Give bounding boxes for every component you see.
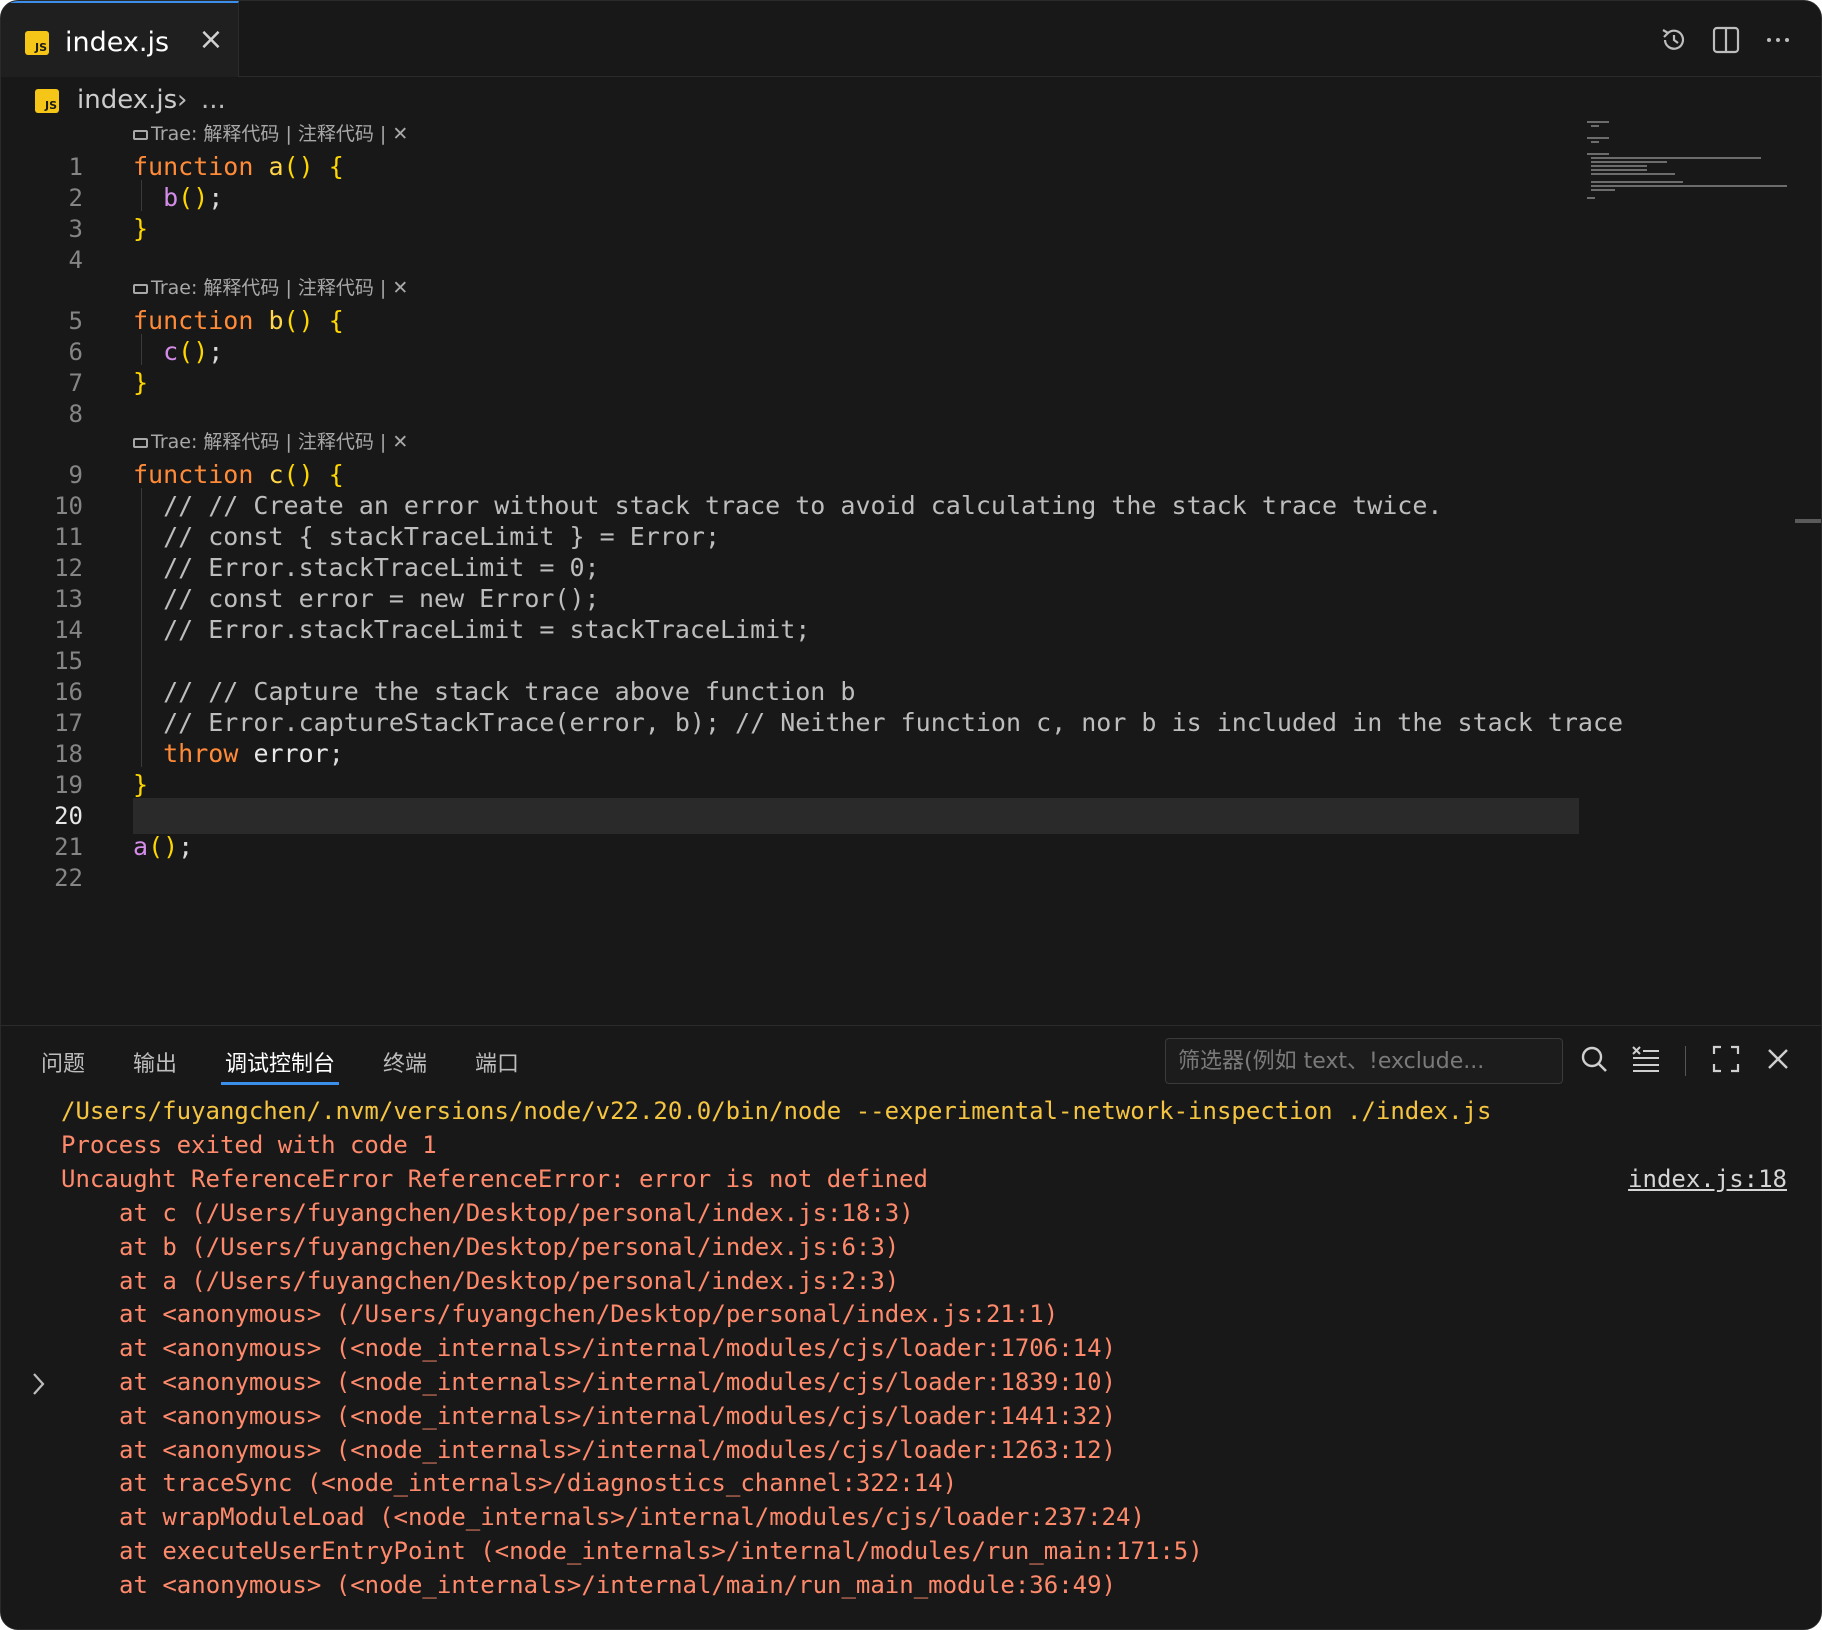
stack-frame[interactable]: at <anonymous> (<node_internals>/interna…	[61, 1568, 1116, 1602]
close-panel-icon[interactable]	[1763, 1044, 1793, 1074]
codelens-icon	[133, 437, 148, 448]
ai-codelens[interactable]: Trae: 解释代码 | 注释代码 | ✕	[133, 119, 408, 149]
line-number: 8	[68, 400, 83, 428]
editor-window: JS index.js × JS index.js › ... Trae: 解释…	[0, 0, 1822, 1630]
tab-label: index.js	[65, 27, 170, 58]
code-line[interactable]: 22	[1, 860, 1821, 896]
more-actions-icon[interactable]	[1763, 25, 1793, 55]
codelens-icon	[133, 129, 148, 140]
tab-ports[interactable]: 端口	[475, 1046, 519, 1078]
stack-frame[interactable]: at <anonymous> (<node_internals>/interna…	[61, 1365, 1116, 1399]
maximize-panel-icon[interactable]	[1711, 1044, 1741, 1074]
close-tab-icon[interactable]: ×	[197, 25, 225, 55]
active-tab-indicator	[221, 1082, 339, 1085]
indent-guide	[141, 180, 142, 211]
stack-frame[interactable]: at <anonymous> (/Users/fuyangchen/Deskto…	[61, 1297, 1058, 1331]
stack-frame[interactable]: at wrapModuleLoad (<node_internals>/inte…	[61, 1500, 1145, 1534]
codelens-text[interactable]: Trae: 解释代码 | 注释代码 | ✕	[151, 277, 408, 299]
breadcrumb-file[interactable]: index.js	[77, 85, 177, 115]
codelens-text[interactable]: Trae: 解释代码 | 注释代码 | ✕	[151, 431, 408, 453]
history-icon[interactable]	[1659, 25, 1689, 55]
tab-output[interactable]: 输出	[133, 1046, 177, 1078]
code-editor[interactable]: Trae: 解释代码 | 注释代码 | ✕ 1 function a() {2 b(…	[1, 119, 1821, 1025]
stack-frame[interactable]: at traceSync (<node_internals>/diagnosti…	[61, 1466, 957, 1500]
stack-frame[interactable]: at <anonymous> (<node_internals>/interna…	[61, 1331, 1116, 1365]
console-exit-message: Process exited with code 1	[61, 1131, 437, 1159]
chevron-right-icon[interactable]	[29, 1370, 49, 1398]
codelens-icon	[133, 283, 148, 294]
indent-guide	[141, 334, 142, 365]
tab-bar: JS index.js ×	[1, 1, 1821, 77]
breadcrumb-more[interactable]: ...	[201, 85, 226, 115]
toolbar-divider	[1685, 1046, 1686, 1076]
codelens-text[interactable]: Trae: 解释代码 | 注释代码 | ✕	[151, 123, 408, 145]
console-command: /Users/fuyangchen/.nvm/versions/node/v22…	[61, 1097, 1492, 1125]
tab-debug-console[interactable]: 调试控制台	[225, 1046, 335, 1078]
stack-frame[interactable]: at a (/Users/fuyangchen/Desktop/personal…	[61, 1264, 899, 1298]
source-link[interactable]: index.js:18	[1628, 1162, 1787, 1196]
line-number: 4	[68, 246, 83, 274]
bottom-panel: 问题 输出 调试控制台 终端 端口 /U	[1, 1025, 1821, 1629]
chevron-right-icon: ›	[177, 85, 188, 115]
ai-codelens[interactable]: Trae: 解释代码 | 注释代码 | ✕	[133, 427, 408, 457]
js-file-icon: JS	[35, 89, 59, 113]
search-icon[interactable]	[1579, 1044, 1609, 1074]
js-file-icon: JS	[25, 31, 49, 55]
clear-console-icon[interactable]	[1631, 1044, 1661, 1074]
line-number: 22	[54, 864, 83, 892]
stack-frame[interactable]: at c (/Users/fuyangchen/Desktop/personal…	[61, 1196, 914, 1230]
console-filter-input[interactable]	[1165, 1038, 1563, 1084]
tab-index-js[interactable]: JS index.js ×	[1, 1, 239, 77]
tab-terminal[interactable]: 终端	[383, 1046, 427, 1078]
split-editor-icon[interactable]	[1711, 25, 1741, 55]
console-error-message: Uncaught ReferenceError ReferenceError: …	[61, 1165, 928, 1193]
stack-frame[interactable]: at b (/Users/fuyangchen/Desktop/personal…	[61, 1230, 899, 1264]
indent-guide	[141, 488, 142, 767]
ai-codelens[interactable]: Trae: 解释代码 | 注释代码 | ✕	[133, 273, 408, 303]
tab-problems[interactable]: 问题	[41, 1046, 85, 1078]
stack-frame[interactable]: at <anonymous> (<node_internals>/interna…	[61, 1399, 1116, 1433]
stack-frame[interactable]: at executeUserEntryPoint (<node_internal…	[61, 1534, 1203, 1568]
stack-frame[interactable]: at <anonymous> (<node_internals>/interna…	[61, 1433, 1116, 1467]
